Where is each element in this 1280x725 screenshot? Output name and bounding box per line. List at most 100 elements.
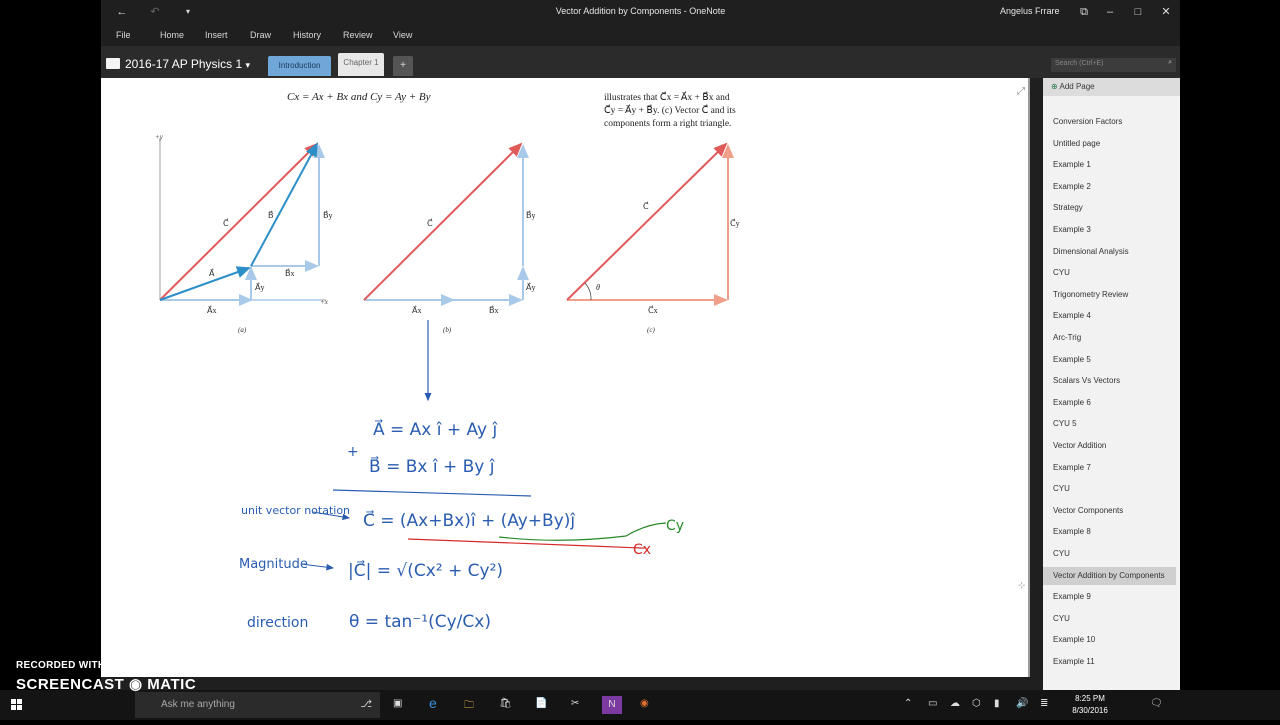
section-tab-introduction[interactable]: Introduction — [268, 56, 331, 76]
page-list-item[interactable]: Example 8 — [1043, 523, 1176, 541]
figure-caption-2: C⃗y = A⃗y + B⃗y. (c) Vector C⃗ and its — [604, 103, 736, 116]
clock[interactable]: 8:25 PM 8/30/2016 — [1060, 693, 1120, 717]
edge-icon[interactable]: e — [429, 695, 437, 711]
page-list-item[interactable]: Vector Components — [1043, 502, 1176, 520]
notification-icon[interactable]: 🗨 — [1150, 698, 1163, 709]
store-icon[interactable]: 🛍 — [499, 698, 512, 709]
svg-text:A⃗y: A⃗y — [255, 282, 264, 292]
snipping-tool-icon[interactable]: ✂ — [571, 698, 579, 709]
page-list-item[interactable]: CYU — [1043, 545, 1176, 563]
page-list-item[interactable]: Arc-Trig — [1043, 329, 1176, 347]
page-list-item[interactable]: Scalars Vs Vectors — [1043, 372, 1176, 390]
svg-text:+x: +x — [320, 298, 329, 306]
svg-text:A⃗y: A⃗y — [526, 282, 535, 292]
documents-icon[interactable]: 📄 — [535, 698, 547, 709]
battery-icon[interactable]: ▮ — [994, 698, 1000, 709]
ribbon-display-icon[interactable]: ⧉ — [1075, 4, 1093, 20]
onedrive-icon[interactable]: ☁ — [950, 698, 960, 709]
page-list-item[interactable]: Example 1 — [1043, 156, 1176, 174]
page-list-item[interactable]: CYU — [1043, 264, 1176, 282]
figure-equation: Cx = Ax + Bx and Cy = Ay + By — [287, 91, 431, 103]
task-view-icon[interactable]: ▣ — [393, 698, 402, 709]
tab-file[interactable]: File — [116, 30, 131, 40]
screencast-icon[interactable]: ◉ — [640, 698, 649, 709]
svg-text:A⃗x: A⃗x — [207, 305, 216, 315]
tab-review[interactable]: Review — [343, 30, 373, 40]
page-list-item[interactable]: Trigonometry Review — [1043, 286, 1176, 304]
page-canvas[interactable]: ⤢ Cx = Ax + Bx and Cy = Ay + By illustra… — [101, 78, 1030, 677]
file-explorer-icon[interactable]: 🗀 — [464, 698, 474, 715]
add-page-button[interactable]: ⊕ Add Page — [1043, 78, 1180, 96]
section-tab-chapter-1[interactable]: Chapter 1 — [338, 53, 384, 76]
tray-expand-icon[interactable]: ⌃ — [904, 698, 912, 709]
microphone-icon[interactable]: ⎇ — [360, 692, 372, 718]
action-icon[interactable]: ▭ — [928, 698, 937, 709]
note-direction-eq: θ = tan⁻¹(Cy/Cx) — [349, 612, 491, 632]
maximize-icon[interactable]: □ — [1129, 4, 1147, 20]
watermark-bottom: SCREENCAST ◉ MATIC — [16, 676, 197, 693]
note-vector-c: C⃗ = (Ax+Bx)î + (Ay+By)ĵ — [363, 509, 576, 531]
page-list-item[interactable]: Vector Addition by Components — [1043, 566, 1176, 585]
note-vector-a: A⃗ = Ax î + Ay ĵ — [373, 418, 498, 440]
cortana-search-box[interactable]: Ask me anything ⎇ — [135, 692, 380, 718]
figure-caption-3: components form a right triangle. — [604, 118, 731, 129]
tab-view[interactable]: View — [393, 30, 412, 40]
note-cy: Cy — [666, 518, 684, 534]
tab-insert[interactable]: Insert — [205, 30, 228, 40]
taskbar: Ask me anything ⎇ ▣ e 🗀 🛍 📄 ✂ N ◉ ⌃ ▭ ☁ … — [0, 690, 1280, 720]
note-vector-b: B⃗ = Bx î + By ĵ — [369, 455, 496, 477]
chevron-down-icon: ▾ — [245, 60, 251, 70]
page-list-item[interactable]: CYU — [1043, 610, 1176, 628]
user-name[interactable]: Angelus Frrare — [1000, 6, 1060, 16]
tab-history[interactable]: History — [293, 30, 321, 40]
page-list-item[interactable]: Example 3 — [1043, 221, 1176, 239]
page-list-item[interactable]: Conversion Factors — [1043, 113, 1176, 131]
label-a: (a) — [238, 326, 247, 334]
svg-text:C⃗: C⃗ — [223, 218, 229, 228]
page-list-item[interactable]: Vector Addition — [1043, 437, 1176, 455]
diagram-b: C⃗ B⃗y A⃗y A⃗x B⃗x (b) — [363, 142, 536, 334]
search-placeholder: Search (Ctrl+E) — [1055, 60, 1104, 67]
page-list-item[interactable]: Example 6 — [1043, 394, 1176, 412]
svg-text:B⃗x: B⃗x — [489, 305, 499, 315]
tab-draw[interactable]: Draw — [250, 30, 271, 40]
page-list-item[interactable]: Example 7 — [1043, 459, 1176, 477]
add-section-button[interactable]: + — [393, 56, 413, 76]
page-list-item[interactable]: Example 2 — [1043, 178, 1176, 196]
page-list-item[interactable]: Example 9 — [1043, 588, 1176, 606]
close-icon[interactable]: ✕ — [1157, 4, 1175, 20]
onenote-taskbar-icon[interactable]: N — [602, 696, 622, 714]
svg-text:C⃗: C⃗ — [427, 218, 433, 228]
svg-text:C⃗x: C⃗x — [648, 305, 658, 315]
handwritten-notes: A⃗ = Ax î + Ay ĵ + B⃗ = Bx î + By ĵ unit… — [239, 320, 1026, 632]
page-list-item[interactable]: Example 4 — [1043, 307, 1176, 325]
expand-icon[interactable]: ⤢ — [1017, 86, 1025, 97]
search-input[interactable]: Search (Ctrl+E) ⌕ — [1051, 58, 1176, 72]
page-list-item[interactable]: Untitled page — [1043, 135, 1176, 153]
page-list-item[interactable]: Example 10 — [1043, 631, 1176, 649]
windows-start-icon[interactable] — [0, 690, 33, 720]
page-list: ⊕ Add Page Conversion Factors Untitled pa… — [1043, 78, 1180, 690]
svg-text:B⃗y: B⃗y — [323, 210, 333, 220]
volume-icon[interactable]: 🔊 — [1016, 698, 1028, 709]
diagram-c: θ C⃗ C⃗y C⃗x (c) — [566, 142, 740, 334]
screencast-watermark: RECORDED WITH SCREENCAST ◉ MATIC — [16, 660, 196, 693]
page-list-item[interactable]: CYU — [1043, 480, 1176, 498]
page-list-item[interactable]: Dimensional Analysis — [1043, 243, 1176, 261]
page-content: ⤢ Cx = Ax + Bx and Cy = Ay + By illustra… — [155, 86, 1026, 632]
notebook-selector[interactable]: 2016-17 AP Physics 1 ▾ — [125, 57, 250, 71]
dropbox-icon[interactable]: ⬡ — [972, 698, 981, 709]
minimize-icon[interactable]: – — [1101, 4, 1119, 20]
page-list-item[interactable]: CYU 5 — [1043, 415, 1176, 433]
label-b: (b) — [443, 326, 452, 334]
page-list-item[interactable]: Example 11 — [1043, 653, 1176, 671]
figure-caption-1: illustrates that C⃗x = A⃗x + B⃗x and — [604, 90, 730, 103]
page-list-item[interactable]: Strategy — [1043, 199, 1176, 217]
page-list-item[interactable]: Example 5 — [1043, 351, 1176, 369]
tab-home[interactable]: Home — [160, 30, 184, 40]
ribbon-tabs: File Home Insert Draw History Review Vie… — [101, 24, 1180, 46]
svg-text:C⃗y: C⃗y — [730, 218, 740, 228]
diagram-a: +y +x C⃗ B⃗ A⃗ B⃗y B⃗x A⃗y A⃗x (a) — [155, 133, 333, 334]
note-magnitude-eq: |C⃗| = √(Cx² + Cy²) — [348, 559, 503, 581]
wifi-icon[interactable]: ≣ — [1040, 698, 1048, 709]
